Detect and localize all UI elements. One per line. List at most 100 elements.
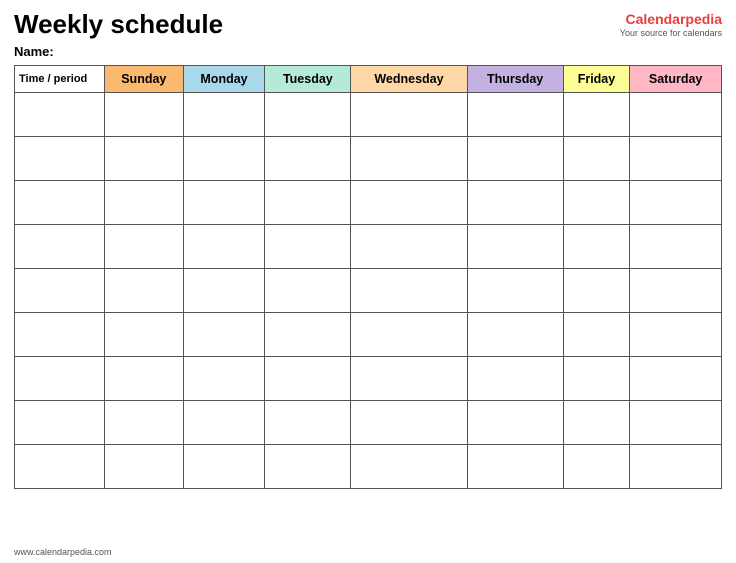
schedule-cell[interactable] <box>467 224 563 268</box>
schedule-cell[interactable] <box>351 224 467 268</box>
schedule-cell[interactable] <box>351 312 467 356</box>
schedule-cell[interactable] <box>183 224 265 268</box>
schedule-cell[interactable] <box>467 312 563 356</box>
schedule-cell[interactable] <box>105 356 184 400</box>
schedule-cell[interactable] <box>183 268 265 312</box>
col-header-friday: Friday <box>563 65 630 92</box>
schedule-cell[interactable] <box>351 180 467 224</box>
schedule-cell[interactable] <box>265 92 351 136</box>
page-title: Weekly schedule <box>14 10 223 39</box>
schedule-cell[interactable] <box>563 224 630 268</box>
col-header-thursday: Thursday <box>467 65 563 92</box>
schedule-cell[interactable] <box>563 444 630 488</box>
schedule-cell[interactable] <box>351 268 467 312</box>
col-header-monday: Monday <box>183 65 265 92</box>
schedule-cell[interactable] <box>630 136 722 180</box>
schedule-cell[interactable] <box>183 312 265 356</box>
name-label: Name: <box>14 44 722 59</box>
schedule-cell[interactable] <box>630 356 722 400</box>
schedule-cell[interactable] <box>183 180 265 224</box>
schedule-cell[interactable] <box>105 180 184 224</box>
schedule-cell[interactable] <box>105 136 184 180</box>
col-header-time: Time / period <box>15 65 105 92</box>
schedule-cell[interactable] <box>630 312 722 356</box>
schedule-cell[interactable] <box>467 92 563 136</box>
time-cell[interactable] <box>15 444 105 488</box>
schedule-cell[interactable] <box>467 400 563 444</box>
schedule-cell[interactable] <box>467 136 563 180</box>
schedule-cell[interactable] <box>563 312 630 356</box>
footer-url: www.calendarpedia.com <box>14 547 112 557</box>
schedule-cell[interactable] <box>105 224 184 268</box>
table-row <box>15 312 722 356</box>
table-row <box>15 400 722 444</box>
col-header-tuesday: Tuesday <box>265 65 351 92</box>
schedule-cell[interactable] <box>183 400 265 444</box>
logo-area: Calendarpedia Your source for calendars <box>620 10 722 40</box>
schedule-cell[interactable] <box>467 180 563 224</box>
time-cell[interactable] <box>15 180 105 224</box>
table-row <box>15 444 722 488</box>
time-cell[interactable] <box>15 268 105 312</box>
logo-text-calendar: Calendar <box>626 11 686 27</box>
page: Weekly schedule Calendarpedia Your sourc… <box>0 0 736 563</box>
schedule-cell[interactable] <box>351 356 467 400</box>
schedule-cell[interactable] <box>351 92 467 136</box>
schedule-cell[interactable] <box>183 444 265 488</box>
schedule-body <box>15 92 722 488</box>
schedule-cell[interactable] <box>467 268 563 312</box>
schedule-cell[interactable] <box>630 224 722 268</box>
schedule-cell[interactable] <box>265 268 351 312</box>
logo-text-pedia: pedia <box>685 11 722 27</box>
schedule-cell[interactable] <box>265 444 351 488</box>
schedule-cell[interactable] <box>105 312 184 356</box>
schedule-cell[interactable] <box>351 400 467 444</box>
schedule-cell[interactable] <box>563 136 630 180</box>
schedule-cell[interactable] <box>105 92 184 136</box>
logo-main: Calendarpedia <box>620 10 722 28</box>
time-cell[interactable] <box>15 356 105 400</box>
time-cell[interactable] <box>15 400 105 444</box>
col-header-sunday: Sunday <box>105 65 184 92</box>
table-row <box>15 356 722 400</box>
schedule-cell[interactable] <box>183 136 265 180</box>
time-cell[interactable] <box>15 224 105 268</box>
time-cell[interactable] <box>15 312 105 356</box>
schedule-cell[interactable] <box>105 444 184 488</box>
schedule-cell[interactable] <box>630 400 722 444</box>
header: Weekly schedule Calendarpedia Your sourc… <box>14 10 722 40</box>
schedule-cell[interactable] <box>630 180 722 224</box>
col-header-saturday: Saturday <box>630 65 722 92</box>
time-cell[interactable] <box>15 92 105 136</box>
schedule-cell[interactable] <box>563 356 630 400</box>
schedule-cell[interactable] <box>105 268 184 312</box>
table-row <box>15 92 722 136</box>
schedule-cell[interactable] <box>265 400 351 444</box>
schedule-cell[interactable] <box>183 92 265 136</box>
schedule-cell[interactable] <box>563 180 630 224</box>
schedule-cell[interactable] <box>563 400 630 444</box>
schedule-cell[interactable] <box>630 92 722 136</box>
schedule-cell[interactable] <box>265 312 351 356</box>
schedule-cell[interactable] <box>467 444 563 488</box>
schedule-cell[interactable] <box>265 356 351 400</box>
header-row: Time / period Sunday Monday Tuesday Wedn… <box>15 65 722 92</box>
table-row <box>15 180 722 224</box>
logo-sub: Your source for calendars <box>620 28 722 40</box>
schedule-cell[interactable] <box>351 136 467 180</box>
schedule-cell[interactable] <box>630 444 722 488</box>
schedule-cell[interactable] <box>630 268 722 312</box>
schedule-cell[interactable] <box>351 444 467 488</box>
time-cell[interactable] <box>15 136 105 180</box>
schedule-cell[interactable] <box>563 92 630 136</box>
schedule-cell[interactable] <box>183 356 265 400</box>
schedule-cell[interactable] <box>563 268 630 312</box>
table-row <box>15 136 722 180</box>
schedule-cell[interactable] <box>105 400 184 444</box>
schedule-cell[interactable] <box>265 136 351 180</box>
schedule-cell[interactable] <box>467 356 563 400</box>
schedule-cell[interactable] <box>265 180 351 224</box>
table-row <box>15 268 722 312</box>
col-header-wednesday: Wednesday <box>351 65 467 92</box>
schedule-cell[interactable] <box>265 224 351 268</box>
